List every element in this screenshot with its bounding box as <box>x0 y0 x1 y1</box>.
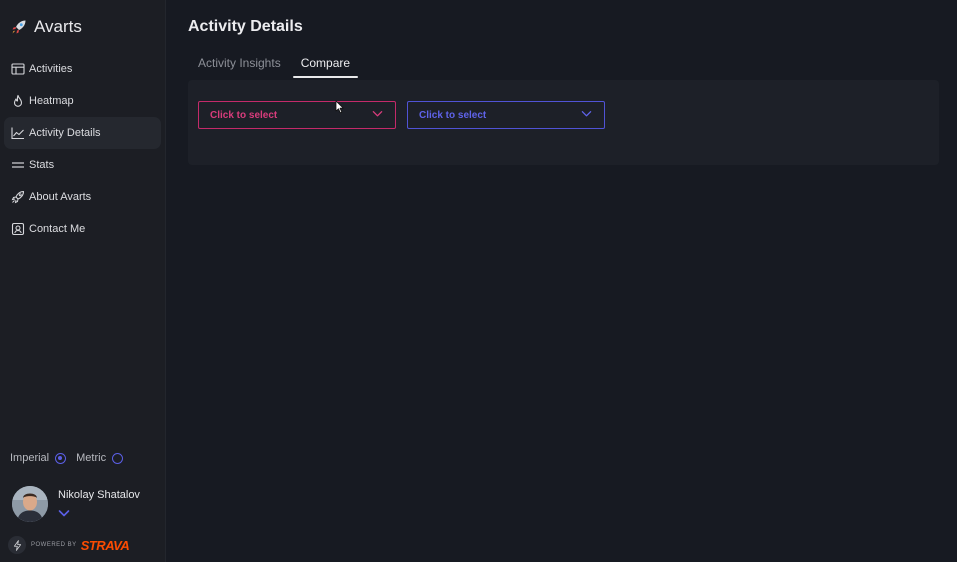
powered-by-label: POWERED BY <box>31 542 77 548</box>
tab-activity-insights[interactable]: Activity Insights <box>188 56 291 78</box>
select-b-placeholder: Click to select <box>419 109 487 121</box>
flame-icon <box>11 94 25 108</box>
page-title: Activity Details <box>188 18 303 35</box>
chevron-down-icon[interactable] <box>58 505 70 517</box>
sidebar: Avarts Activities Heatmap Activity Detai… <box>0 0 166 562</box>
rocket-icon <box>11 190 25 204</box>
activity-select-b[interactable]: Click to select <box>407 101 605 129</box>
user-profile: Nikolay Shatalov <box>12 486 140 522</box>
metric-radio[interactable] <box>112 452 124 464</box>
powered-by-strava: POWERED BY STRAVA <box>8 536 130 554</box>
avatar[interactable] <box>12 486 48 522</box>
sidebar-item-label: Activity Details <box>29 127 101 139</box>
activity-select-a[interactable]: Click to select <box>198 101 396 129</box>
tab-compare[interactable]: Compare <box>291 56 360 78</box>
contact-badge-icon <box>11 222 25 236</box>
sidebar-item-label: Heatmap <box>29 95 74 107</box>
chart-line-icon <box>11 126 25 140</box>
brand-name: Avarts <box>34 17 82 36</box>
mouse-cursor-icon <box>335 100 345 114</box>
imperial-label: Imperial <box>10 452 50 464</box>
select-a-placeholder: Click to select <box>210 109 278 121</box>
bolt-icon[interactable] <box>8 536 26 554</box>
chevron-down-icon <box>372 110 383 121</box>
chevron-down-icon <box>581 110 592 121</box>
user-name: Nikolay Shatalov <box>58 489 140 501</box>
table-icon <box>11 62 25 76</box>
sidebar-item-label: Activities <box>29 63 73 75</box>
sidebar-item-contact-me[interactable]: Contact Me <box>4 213 161 245</box>
imperial-radio[interactable] <box>55 452 67 464</box>
unit-toggle: Imperial Metric <box>10 452 133 464</box>
lines-icon <box>11 158 25 172</box>
sidebar-item-activities[interactable]: Activities <box>4 53 161 85</box>
sidebar-item-label: Stats <box>29 159 55 171</box>
sidebar-item-label: Contact Me <box>29 223 86 235</box>
rocket-logo-icon <box>10 18 28 36</box>
sidebar-nav: Activities Heatmap Activity Details Stat… <box>4 53 161 245</box>
sidebar-item-stats[interactable]: Stats <box>4 149 161 181</box>
metric-label: Metric <box>76 452 107 464</box>
sidebar-item-heatmap[interactable]: Heatmap <box>4 85 161 117</box>
sidebar-item-label: About Avarts <box>29 191 92 203</box>
compare-panel: Click to select Click to select <box>188 80 939 165</box>
sidebar-item-about-avarts[interactable]: About Avarts <box>4 181 161 213</box>
sidebar-item-activity-details[interactable]: Activity Details <box>4 117 161 149</box>
tab-bar: Activity Insights Compare <box>188 56 360 78</box>
strava-logo: STRAVA <box>80 537 130 553</box>
brand[interactable]: Avarts <box>10 17 82 37</box>
app-root: Avarts Activities Heatmap Activity Detai… <box>0 0 957 562</box>
